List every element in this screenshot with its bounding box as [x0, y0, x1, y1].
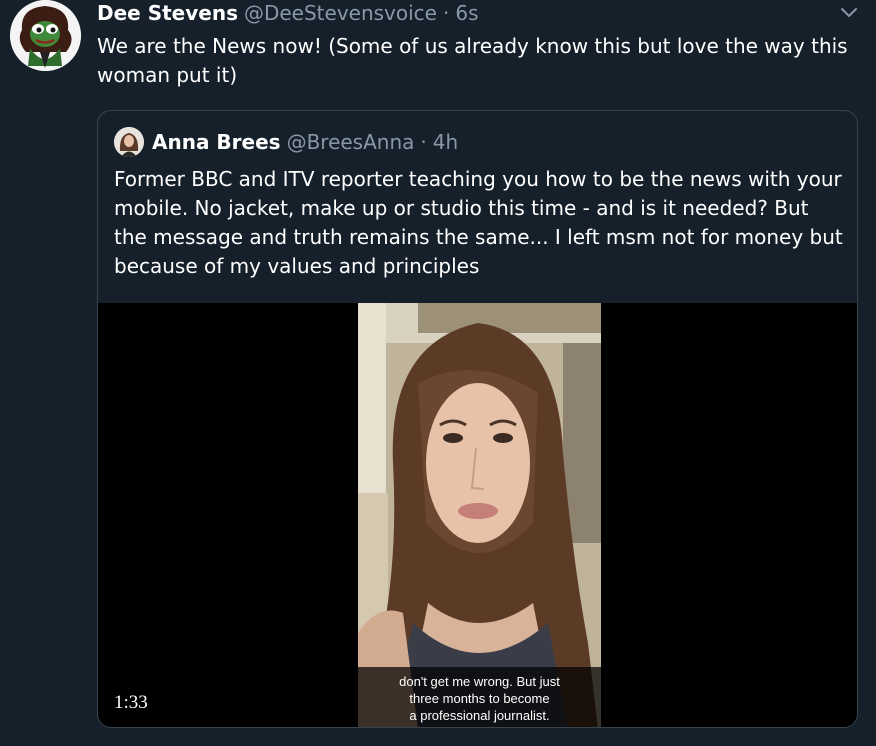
quoted-author-name[interactable]: Anna Brees: [152, 130, 281, 154]
author-handle[interactable]: @DeeStevensvoice: [244, 1, 437, 25]
video-frame: don't get me wrong. But just three month…: [358, 303, 601, 727]
tweet-text: We are the News now! (Some of us already…: [97, 34, 848, 87]
video-caption: don't get me wrong. But just three month…: [358, 667, 601, 727]
chevron-down-icon: [841, 8, 857, 18]
quoted-tweet-timestamp[interactable]: 4h: [433, 130, 458, 154]
tweet-menu-button[interactable]: [839, 4, 859, 20]
caption-line: a professional journalist.: [409, 708, 550, 723]
tweet-header: Dee Stevens @DeeStevensvoice · 6s: [97, 0, 479, 26]
video-player[interactable]: don't get me wrong. But just three month…: [98, 303, 857, 727]
author-avatar[interactable]: [10, 0, 81, 71]
person-avatar-icon: [114, 127, 144, 157]
tweet-timestamp[interactable]: 6s: [455, 1, 478, 25]
quoted-author-avatar[interactable]: [114, 127, 144, 157]
author-name[interactable]: Dee Stevens: [97, 1, 238, 25]
separator-dot: ·: [443, 1, 450, 25]
frog-avatar-icon: [10, 0, 81, 71]
caption-line: three months to become: [409, 691, 550, 706]
video-duration-badge: 1:33: [106, 687, 156, 719]
quoted-tweet-header: Anna Brees @BreesAnna · 4h: [152, 128, 458, 156]
quoted-tweet-text: Former BBC and ITV reporter teaching you…: [114, 167, 843, 278]
separator-dot: ·: [420, 130, 427, 154]
quoted-author-handle[interactable]: @BreesAnna: [287, 130, 415, 154]
video-thumbnail-image: [358, 303, 601, 727]
quoted-tweet[interactable]: Anna Brees @BreesAnna · 4h Former BBC an…: [97, 110, 858, 728]
caption-line: don't get me wrong. But just: [399, 674, 560, 689]
